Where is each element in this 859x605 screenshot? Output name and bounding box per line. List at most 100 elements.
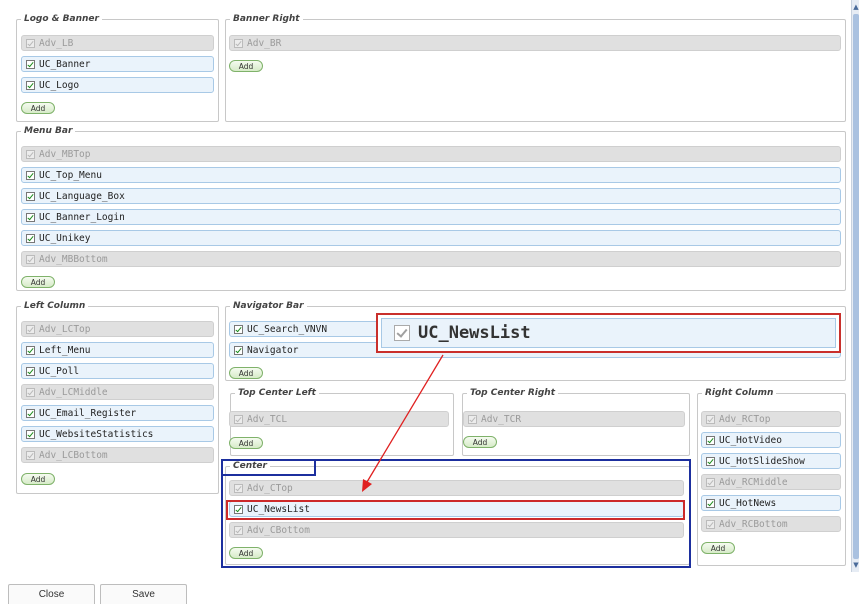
scroll-down-icon[interactable]: ▼ bbox=[852, 560, 859, 570]
add-button-logo-banner[interactable]: Add bbox=[21, 102, 55, 114]
module-item-adv-mbbottom[interactable]: Adv_MBBottom bbox=[21, 251, 841, 267]
checkbox-icon[interactable] bbox=[26, 149, 35, 159]
module-label: Adv_RCMiddle bbox=[719, 476, 788, 488]
add-button-left-column[interactable]: Add bbox=[21, 473, 55, 485]
section-banner-right: Banner Right bbox=[225, 14, 846, 122]
module-item-adv-tcl[interactable]: Adv_TCL bbox=[229, 411, 449, 427]
module-item-uc-language-box[interactable]: UC_Language_Box bbox=[21, 188, 841, 204]
save-button[interactable]: Save bbox=[100, 584, 187, 604]
checkbox-icon[interactable] bbox=[26, 450, 35, 460]
newslist-highlight bbox=[226, 500, 685, 520]
checkbox-icon[interactable] bbox=[26, 366, 35, 376]
checkbox-icon[interactable] bbox=[706, 435, 715, 445]
module-label: Left_Menu bbox=[39, 344, 91, 356]
add-button-navigator-bar[interactable]: Add bbox=[229, 367, 263, 379]
module-label: Adv_TCR bbox=[481, 413, 522, 425]
section-title: Top Center Right bbox=[470, 388, 555, 398]
module-item-adv-rcbottom[interactable]: Adv_RCBottom bbox=[701, 516, 841, 532]
module-label: Navigator bbox=[247, 344, 299, 356]
checkbox-icon[interactable] bbox=[706, 456, 715, 466]
module-item-adv-br[interactable]: Adv_BR bbox=[229, 35, 841, 51]
checkbox-icon[interactable] bbox=[26, 233, 35, 243]
checkbox-icon[interactable] bbox=[26, 191, 35, 201]
module-item-adv-lcmiddle[interactable]: Adv_LCMiddle bbox=[21, 384, 214, 400]
module-item-uc-logo[interactable]: UC_Logo bbox=[21, 77, 214, 93]
checkbox-icon[interactable] bbox=[234, 345, 243, 355]
module-item-uc-email-register[interactable]: UC_Email_Register bbox=[21, 405, 214, 421]
module-item-uc-banner-login[interactable]: UC_Banner_Login bbox=[21, 209, 841, 225]
add-button-menu-bar[interactable]: Add bbox=[21, 276, 55, 288]
section-title: Logo & Banner bbox=[24, 14, 99, 24]
vertical-scrollbar[interactable]: ▲ ▼ bbox=[851, 0, 859, 572]
module-label: UC_Search_VNVN bbox=[247, 323, 328, 335]
checkbox-icon[interactable] bbox=[468, 414, 477, 424]
module-label: UC_Banner_Login bbox=[39, 211, 125, 223]
checkbox-icon[interactable] bbox=[26, 345, 35, 355]
module-label: UC_Banner bbox=[39, 58, 91, 70]
checkbox-icon[interactable] bbox=[26, 254, 35, 264]
zoom-callout-item: UC_NewsList bbox=[381, 318, 836, 348]
zoom-callout: UC_NewsList bbox=[376, 313, 841, 353]
module-label: UC_Email_Register bbox=[39, 407, 137, 419]
module-label: Adv_MBBottom bbox=[39, 253, 108, 265]
checkbox-icon[interactable] bbox=[26, 38, 35, 48]
module-label: UC_WebsiteStatistics bbox=[39, 428, 154, 440]
checkbox-icon[interactable] bbox=[234, 38, 243, 48]
checkbox-icon[interactable] bbox=[26, 212, 35, 222]
section-title: Right Column bbox=[705, 388, 774, 398]
module-item-adv-tcr[interactable]: Adv_TCR bbox=[463, 411, 685, 427]
module-label: UC_Unikey bbox=[39, 232, 91, 244]
checkbox-icon[interactable] bbox=[234, 414, 243, 424]
module-item-adv-rctop[interactable]: Adv_RCTop bbox=[701, 411, 841, 427]
add-button-banner-right[interactable]: Add bbox=[229, 60, 263, 72]
checkbox-icon bbox=[394, 325, 410, 341]
checkbox-icon[interactable] bbox=[26, 170, 35, 180]
checkbox-icon[interactable] bbox=[706, 477, 715, 487]
section-title: Top Center Left bbox=[238, 388, 316, 398]
checkbox-icon[interactable] bbox=[706, 519, 715, 529]
module-item-uc-hotnews[interactable]: UC_HotNews bbox=[701, 495, 841, 511]
module-item-uc-banner[interactable]: UC_Banner bbox=[21, 56, 214, 72]
module-item-adv-lctop[interactable]: Adv_LCTop bbox=[21, 321, 214, 337]
module-item-adv-lb[interactable]: Adv_LB bbox=[21, 35, 214, 51]
module-item-left-menu[interactable]: Left_Menu bbox=[21, 342, 214, 358]
module-label: Adv_LCBottom bbox=[39, 449, 108, 461]
add-button-top-center-right[interactable]: Add bbox=[463, 436, 497, 448]
module-item-uc-hotslideshow[interactable]: UC_HotSlideShow bbox=[701, 453, 841, 469]
module-label: Adv_LCTop bbox=[39, 323, 91, 335]
close-button[interactable]: Close bbox=[8, 584, 95, 604]
module-layout-panel: Logo & Banner Adv_LB UC_Banner UC_Logo A… bbox=[0, 0, 851, 572]
module-item-uc-poll[interactable]: UC_Poll bbox=[21, 363, 214, 379]
module-label: Adv_RCTop bbox=[719, 413, 771, 425]
module-item-adv-lcbottom[interactable]: Adv_LCBottom bbox=[21, 447, 214, 463]
scrollbar-thumb[interactable] bbox=[853, 14, 859, 559]
checkbox-icon[interactable] bbox=[26, 324, 35, 334]
dialog-footer: Close Save bbox=[0, 572, 859, 604]
module-item-adv-rcmiddle[interactable]: Adv_RCMiddle bbox=[701, 474, 841, 490]
module-item-adv-mbtop[interactable]: Adv_MBTop bbox=[21, 146, 841, 162]
checkbox-icon[interactable] bbox=[26, 408, 35, 418]
checkbox-icon[interactable] bbox=[26, 59, 35, 69]
checkbox-icon[interactable] bbox=[26, 429, 35, 439]
module-item-uc-unikey[interactable]: UC_Unikey bbox=[21, 230, 841, 246]
zoom-callout-label: UC_NewsList bbox=[418, 323, 531, 343]
add-button-top-center-left[interactable]: Add bbox=[229, 437, 263, 449]
module-label: Adv_MBTop bbox=[39, 148, 91, 160]
section-title: Left Column bbox=[24, 301, 86, 311]
module-label: UC_Poll bbox=[39, 365, 80, 377]
checkbox-icon[interactable] bbox=[706, 498, 715, 508]
checkbox-icon[interactable] bbox=[26, 80, 35, 90]
add-button-right-column[interactable]: Add bbox=[701, 542, 735, 554]
scroll-up-icon[interactable]: ▲ bbox=[852, 2, 859, 12]
module-label: UC_HotVideo bbox=[719, 434, 782, 446]
section-title: Navigator Bar bbox=[233, 301, 304, 311]
checkbox-icon[interactable] bbox=[26, 387, 35, 397]
checkbox-icon[interactable] bbox=[234, 324, 243, 334]
module-item-uc-hotvideo[interactable]: UC_HotVideo bbox=[701, 432, 841, 448]
module-label: Adv_BR bbox=[247, 37, 282, 49]
module-item-uc-websitestatistics[interactable]: UC_WebsiteStatistics bbox=[21, 426, 214, 442]
module-item-uc-top-menu[interactable]: UC_Top_Menu bbox=[21, 167, 841, 183]
module-label: UC_HotSlideShow bbox=[719, 455, 805, 467]
section-title: Banner Right bbox=[233, 14, 300, 24]
checkbox-icon[interactable] bbox=[706, 414, 715, 424]
